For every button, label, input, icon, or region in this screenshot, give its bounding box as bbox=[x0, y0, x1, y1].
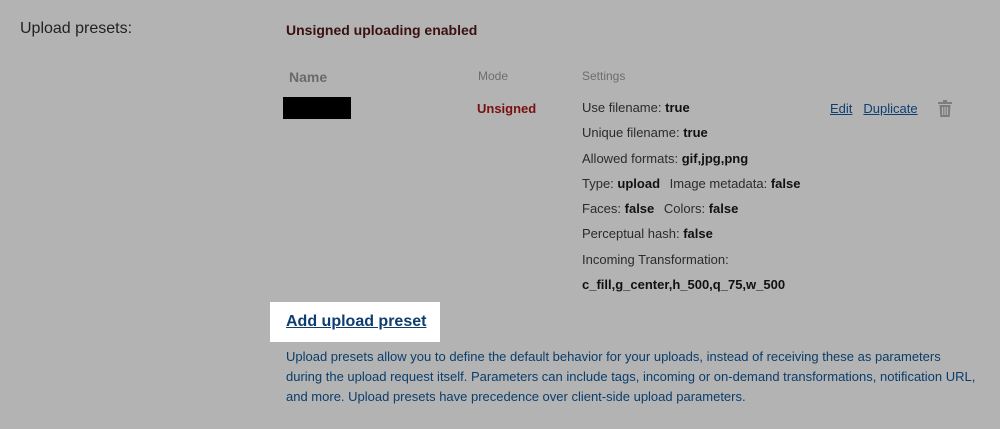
setting-value: c_fill,g_center,h_500,q_75,w_500 bbox=[582, 277, 786, 293]
setting-label: Image metadata: bbox=[669, 175, 768, 191]
setting-label: Allowed formats: bbox=[582, 150, 679, 166]
preset-actions: Edit Duplicate bbox=[830, 100, 952, 117]
setting-value: gif,jpg,png bbox=[681, 150, 749, 166]
trash-icon[interactable] bbox=[937, 100, 952, 117]
setting-value: false bbox=[624, 201, 655, 217]
setting-label: Colors: bbox=[663, 201, 706, 217]
setting-unique-filename: Unique filename: true bbox=[582, 125, 800, 150]
setting-value: false bbox=[683, 226, 713, 242]
setting-allowed-formats: Allowed formats: gif,jpg,png bbox=[582, 151, 800, 176]
column-header-mode: Mode bbox=[478, 69, 509, 83]
add-upload-preset-link[interactable]: Add upload preset bbox=[286, 313, 426, 331]
setting-type-and-metadata: Type: upload Image metadata: false bbox=[582, 176, 800, 201]
setting-value: false bbox=[770, 175, 801, 191]
setting-label: Perceptual hash: bbox=[582, 226, 680, 242]
preset-mode: Unsigned bbox=[477, 101, 537, 116]
setting-value: false bbox=[708, 201, 739, 217]
preset-settings-list: Use filename: true Unique filename: true… bbox=[582, 100, 800, 302]
column-header-settings: Settings bbox=[582, 69, 626, 83]
setting-value: true bbox=[683, 125, 708, 141]
setting-value: upload bbox=[617, 175, 661, 191]
setting-value: true bbox=[665, 100, 690, 115]
setting-label: Incoming Transformation: bbox=[582, 251, 729, 267]
preset-name-redacted bbox=[283, 97, 351, 119]
setting-faces-and-colors: Faces: false Colors: false bbox=[582, 201, 800, 226]
setting-use-filename: Use filename: true bbox=[582, 100, 800, 125]
unsigned-status-text: Unsigned uploading enabled bbox=[286, 22, 478, 38]
upload-presets-help-text: Upload presets allow you to define the d… bbox=[286, 349, 976, 404]
column-header-name: Name bbox=[289, 69, 328, 85]
setting-incoming-transformation-label: Incoming Transformation: bbox=[582, 252, 800, 277]
edit-link[interactable]: Edit bbox=[830, 101, 852, 116]
setting-label: Type: bbox=[582, 175, 614, 191]
setting-perceptual-hash: Perceptual hash: false bbox=[582, 226, 800, 251]
setting-label: Unique filename: bbox=[582, 125, 680, 141]
setting-label: Faces: bbox=[582, 201, 622, 217]
setting-incoming-transformation-value: c_fill,g_center,h_500,q_75,w_500 bbox=[582, 277, 800, 302]
duplicate-link[interactable]: Duplicate bbox=[863, 101, 917, 116]
setting-label: Use filename: bbox=[582, 100, 662, 115]
section-label: Upload presets: bbox=[20, 20, 133, 37]
